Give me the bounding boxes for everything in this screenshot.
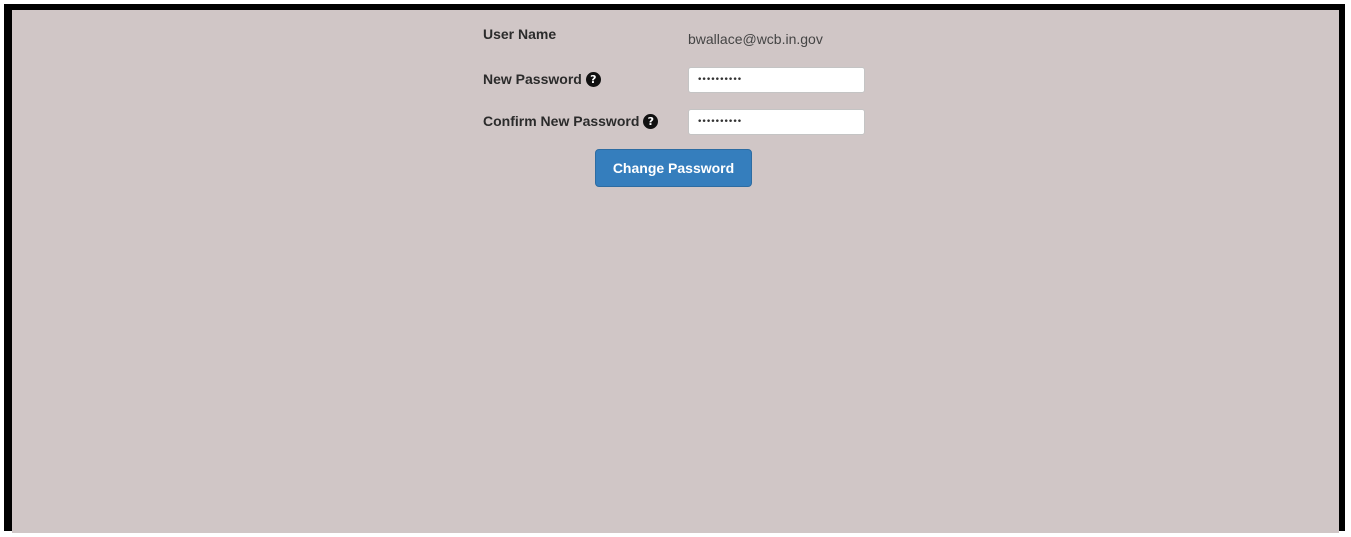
username-label-row: User Name xyxy=(483,26,556,42)
change-password-button[interactable]: Change Password xyxy=(595,149,752,187)
help-icon[interactable]: ? xyxy=(643,113,659,129)
new-password-input[interactable]: •••••••••• xyxy=(688,67,865,93)
username-value: bwallace@wcb.in.gov xyxy=(688,31,823,47)
confirm-password-input[interactable]: •••••••••• xyxy=(688,109,865,135)
new-password-label: New Password xyxy=(483,71,582,87)
new-password-label-row: New Password ? xyxy=(483,71,601,87)
confirm-password-label-row: Confirm New Password ? xyxy=(483,113,659,129)
help-icon[interactable]: ? xyxy=(585,71,601,87)
change-password-panel xyxy=(12,10,1339,533)
username-label: User Name xyxy=(483,26,557,42)
confirm-password-label: Confirm New Password xyxy=(483,113,640,129)
